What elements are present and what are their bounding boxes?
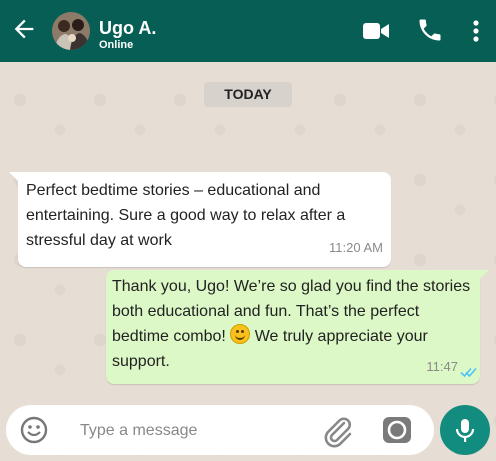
avatar[interactable] xyxy=(52,12,90,50)
smiley-icon[interactable] xyxy=(20,416,48,444)
video-camera-icon[interactable] xyxy=(362,19,390,43)
smiling-face-icon xyxy=(230,324,251,344)
back-arrow-icon[interactable] xyxy=(10,15,38,43)
more-vertical-icon[interactable] xyxy=(466,17,486,45)
microphone-icon xyxy=(455,419,475,442)
message-input[interactable] xyxy=(78,417,302,445)
double-check-read-icon xyxy=(460,367,477,378)
microphone-button[interactable] xyxy=(440,405,490,455)
message-time: 11:20 AM xyxy=(329,240,383,255)
message-text: Perfect bedtime stories – educational an… xyxy=(26,182,346,249)
chat-screen: Ugo A. Online TODAY Perfect bedtime stor… xyxy=(0,0,496,461)
paperclip-icon[interactable] xyxy=(320,414,354,448)
chat-header: Ugo A. Online xyxy=(0,0,496,62)
camera-icon[interactable] xyxy=(382,415,412,445)
date-separator: TODAY xyxy=(204,82,292,107)
contact-status: Online xyxy=(99,39,134,51)
contact-name[interactable]: Ugo A. xyxy=(99,18,156,39)
outgoing-message[interactable]: Thank you, Ugo! We’re so glad you find t… xyxy=(106,270,489,384)
message-composer xyxy=(6,405,434,455)
message-time: 11:47 xyxy=(426,359,458,374)
incoming-message[interactable]: Perfect bedtime stories – educational an… xyxy=(9,172,391,267)
phone-icon[interactable] xyxy=(416,16,444,44)
